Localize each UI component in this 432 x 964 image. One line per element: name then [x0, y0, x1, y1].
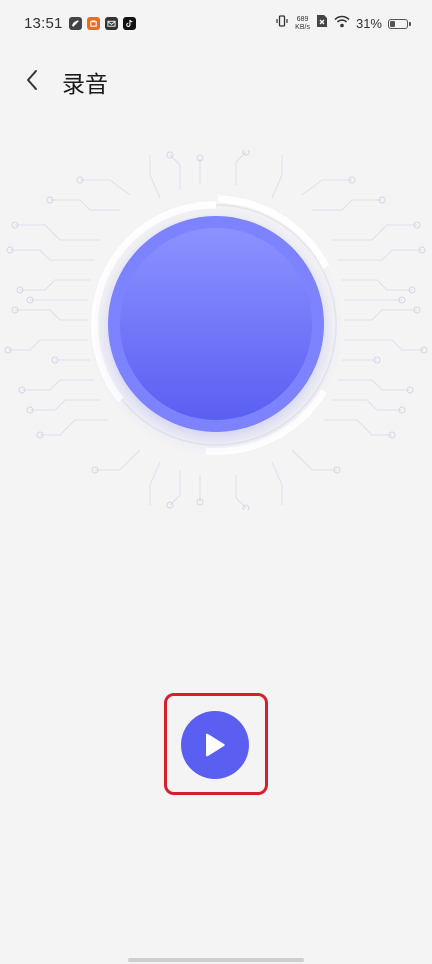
- battery-percent: 31%: [355, 16, 382, 31]
- status-bar: 13:51 689 KB/s 31%: [0, 0, 432, 52]
- home-indicator[interactable]: [128, 958, 304, 962]
- system-icons: 689 KB/s 31%: [275, 14, 411, 33]
- shopping-app-icon: [87, 17, 100, 30]
- vibrate-icon: [275, 14, 289, 33]
- battery-level: [390, 20, 395, 27]
- back-button[interactable]: [14, 62, 50, 98]
- play-icon: [206, 733, 225, 757]
- play-button[interactable]: [181, 711, 249, 779]
- notification-icons: [69, 17, 136, 30]
- net-speed-unit: KB/s: [295, 23, 310, 31]
- mail-icon: [105, 17, 118, 30]
- net-speed-value: 689: [296, 15, 309, 23]
- record-button[interactable]: [108, 216, 324, 432]
- page-title: 录音: [62, 71, 108, 97]
- network-speed: 689 KB/s: [295, 16, 310, 32]
- record-orb-container: [86, 195, 346, 455]
- no-sim-icon: [316, 14, 328, 33]
- chevron-left-icon: [27, 70, 37, 90]
- battery-icon: [388, 18, 411, 29]
- tiktok-icon: [123, 17, 136, 30]
- status-time: 13:51: [24, 15, 63, 32]
- wifi-icon: [334, 15, 350, 33]
- app-header: 录音: [0, 52, 432, 108]
- app-notification-icon: [69, 17, 82, 30]
- record-orb-inner: [120, 228, 312, 420]
